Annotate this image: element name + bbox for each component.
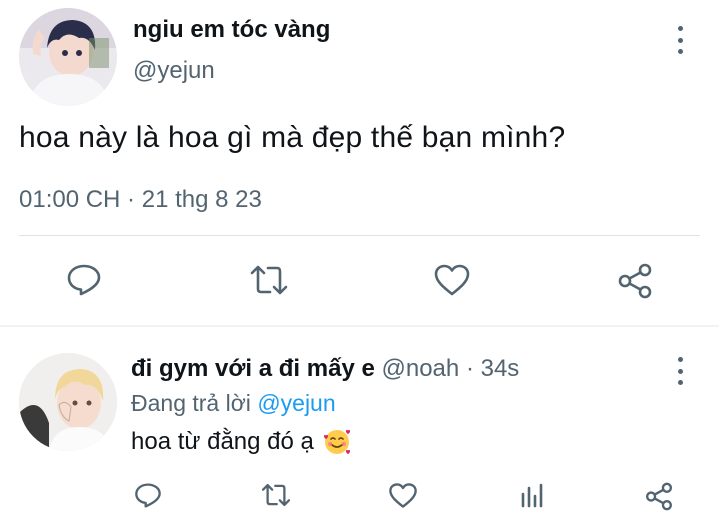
mention-link[interactable]: @yejun bbox=[257, 390, 335, 416]
share-icon[interactable] bbox=[643, 480, 675, 512]
retweet-icon[interactable] bbox=[259, 480, 293, 510]
divider bbox=[19, 235, 700, 236]
user-handle[interactable]: @yejun bbox=[133, 57, 215, 85]
display-name[interactable]: đi gym với a đi mấy e bbox=[131, 355, 375, 382]
separator: · bbox=[465, 355, 474, 382]
reply-text-row: hoa từ đằng đó ạ bbox=[131, 427, 352, 457]
avatar-image bbox=[19, 353, 117, 451]
avatar[interactable] bbox=[19, 353, 117, 451]
like-icon[interactable] bbox=[432, 262, 472, 298]
tweet-text: hoa này là hoa gì mà đẹp thế bạn mình? bbox=[19, 121, 566, 154]
tweet-time[interactable]: 34s bbox=[481, 355, 520, 382]
reply-icon[interactable] bbox=[133, 480, 163, 510]
more-options-icon[interactable] bbox=[675, 357, 685, 385]
like-icon[interactable] bbox=[387, 480, 419, 510]
replying-prefix: Đang trả lời bbox=[131, 390, 251, 416]
more-options-icon[interactable] bbox=[675, 26, 685, 54]
replying-to: Đang trả lời @yejun bbox=[131, 390, 336, 417]
share-icon[interactable] bbox=[615, 262, 655, 300]
smiling-face-with-hearts-icon bbox=[322, 427, 352, 457]
tweet-text: hoa từ đằng đó ạ bbox=[131, 428, 314, 455]
main-tweet: ngiu em tóc vàng @yejun hoa này là hoa g… bbox=[0, 0, 719, 326]
reply-icon[interactable] bbox=[64, 262, 104, 298]
reply-header: đi gym với a đi mấy e @noah · 34s bbox=[131, 355, 519, 383]
user-handle[interactable]: @noah bbox=[382, 355, 460, 382]
analytics-icon[interactable] bbox=[517, 480, 547, 510]
reply-tweet: đi gym với a đi mấy e @noah · 34s Đang t… bbox=[0, 327, 719, 521]
display-name[interactable]: ngiu em tóc vàng bbox=[133, 16, 330, 44]
avatar-image bbox=[19, 8, 117, 106]
tweet-timestamp[interactable]: 01:00 CH · 21 thg 8 23 bbox=[19, 186, 262, 214]
avatar[interactable] bbox=[19, 8, 117, 106]
retweet-icon[interactable] bbox=[247, 262, 291, 298]
